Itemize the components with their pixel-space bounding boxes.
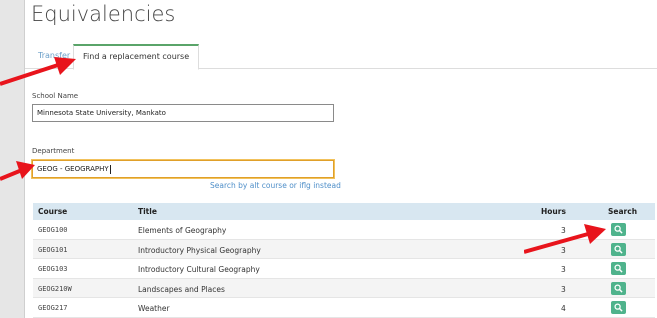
department-field[interactable]: GEOG - GEOGRAPHY (32, 160, 334, 178)
course-hours: 3 (561, 284, 566, 294)
page-title: Equivalencies (31, 2, 176, 26)
table-header: Course Title Hours Search (33, 203, 655, 220)
search-button[interactable] (611, 301, 626, 314)
course-title: Landscapes and Places (138, 284, 225, 294)
search-button[interactable] (611, 281, 626, 295)
course-code: GEOG101 (38, 245, 68, 254)
search-icon (614, 283, 623, 293)
tab-find-replacement-course[interactable]: Find a replacement course (73, 44, 200, 70)
search-button[interactable] (611, 262, 626, 275)
search-icon (614, 225, 623, 234)
search-icon (614, 264, 623, 273)
header-title: Title (138, 207, 157, 216)
course-hours: 3 (561, 265, 566, 274)
course-hours: 4 (561, 304, 566, 313)
course-code: GEOG210W (38, 284, 72, 293)
header-course: Course (38, 207, 68, 216)
course-title: Introductory Physical Geography (138, 245, 261, 255)
search-button[interactable] (611, 242, 626, 256)
text-cursor (109, 164, 111, 174)
table-row: GEOG103 Introductory Cultural Geography … (33, 259, 655, 279)
table-row: GEOG210W Landscapes and Places 3 (33, 278, 655, 298)
alt-search-link[interactable]: Search by alt course or iflg instead (210, 181, 341, 190)
school-name-field[interactable]: Minnesota State University, Mankato (32, 104, 334, 122)
course-code: GEOG103 (38, 265, 68, 273)
header-search: Search (608, 207, 638, 216)
table-row: GEOG217 Weather 4 (33, 298, 655, 318)
annotation-arrow-tab (0, 57, 76, 86)
course-code: GEOG217 (38, 304, 68, 312)
tab-bar: Transfer Find a replacement course (25, 44, 657, 70)
annotation-arrow-department (0, 161, 35, 181)
course-title: Introductory Cultural Geography (138, 265, 260, 274)
search-icon (614, 244, 623, 254)
course-code: GEOG100 (38, 226, 68, 234)
department-label: Department (32, 147, 75, 155)
equivalencies-panel: Equivalencies Transfer Find a replacemen… (24, 0, 657, 318)
course-title: Weather (138, 304, 170, 313)
header-hours: Hours (541, 207, 566, 216)
search-button[interactable] (611, 223, 626, 236)
search-icon (614, 303, 623, 312)
annotation-arrow-search (524, 224, 606, 254)
course-title: Elements of Geography (138, 226, 227, 235)
department-value: GEOG - GEOGRAPHY (37, 165, 109, 173)
